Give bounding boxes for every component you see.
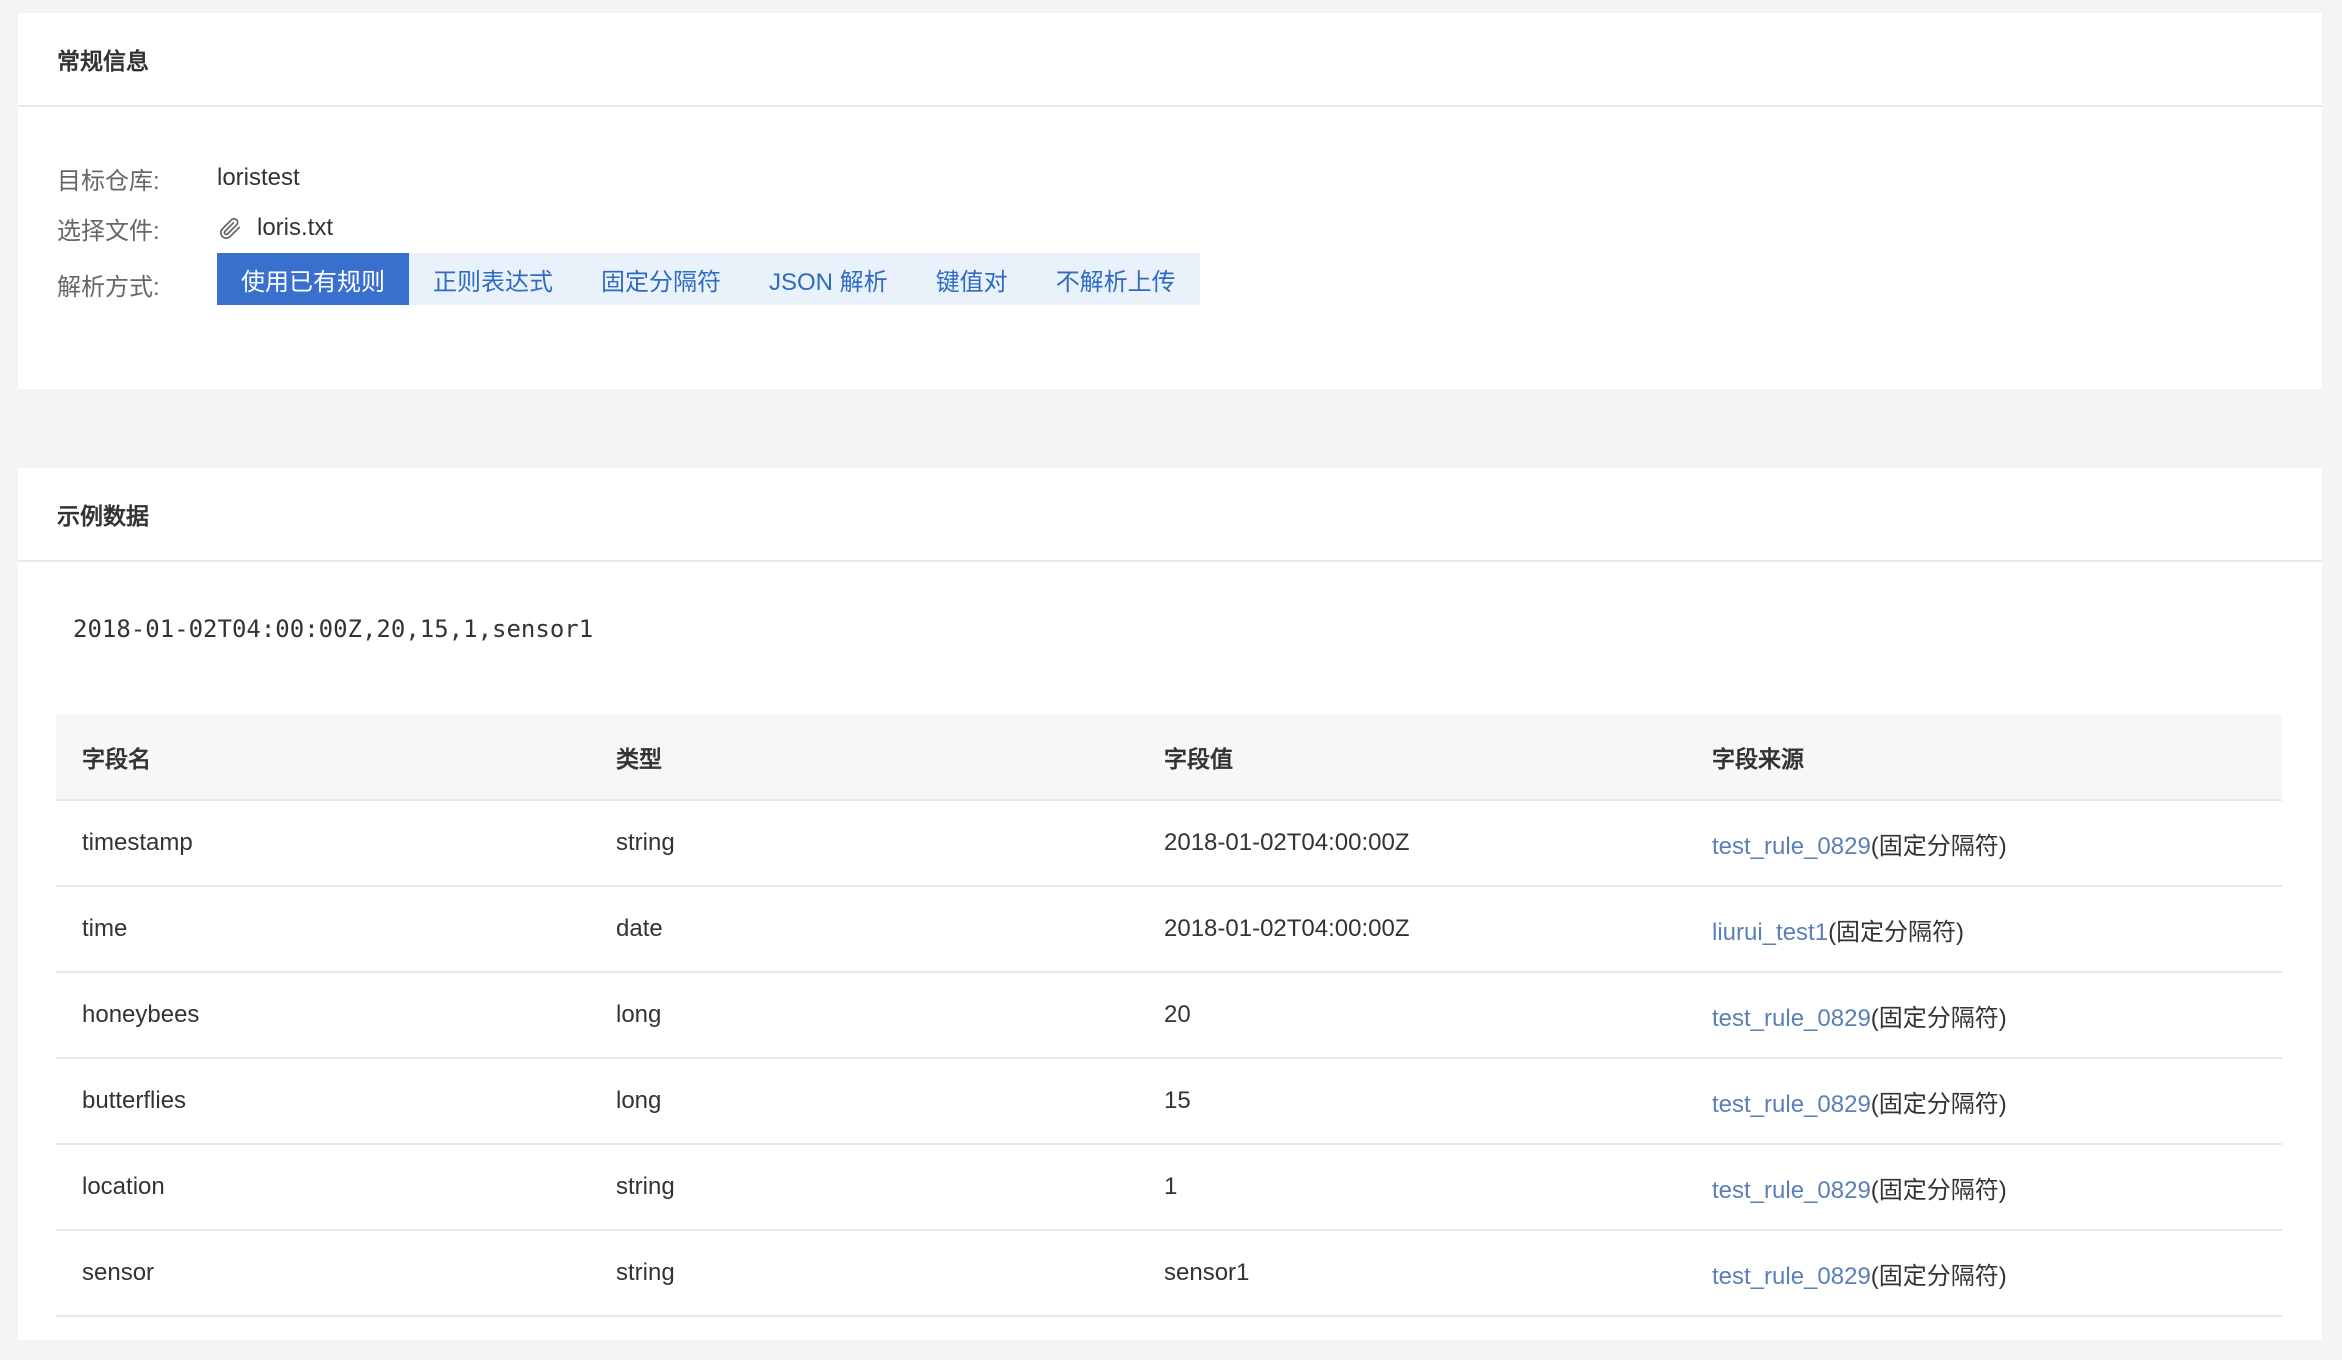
field-type-cell: string [616, 1173, 675, 1200]
table-row: time date 2018-01-02T04:00:00Z liurui_test1… [56, 887, 2282, 973]
field-source-cell: test_rule_0829(固定分隔符) [1706, 826, 2282, 861]
field-table-body: timestamp string 2018-01-02T04:00:00Z test_… [56, 801, 2282, 1317]
field-source-rule-link[interactable]: test_rule_0829 [1712, 833, 1871, 860]
field-type-cell: string [616, 1259, 675, 1286]
field-source-rule-link[interactable]: test_rule_0829 [1712, 1263, 1871, 1290]
table-row: sensor string sensor1 test_rule_0829(固定分隔符) [56, 1231, 2282, 1317]
field-name-cell: sensor [82, 1259, 155, 1286]
target-repo-label: 目标仓库: [57, 167, 160, 195]
field-source-type: (固定分隔符) [1870, 832, 2007, 860]
field-type-cell: long [616, 1087, 662, 1114]
field-source-type: (固定分隔符) [1870, 1262, 2007, 1290]
target-repo-value: loristest [217, 164, 300, 191]
sample-raw-line: 2018-01-02T04:00:00Z,20,15,1,sensor1 [73, 615, 594, 643]
selected-file-name: loris.txt [257, 214, 334, 241]
column-header-field-value: 字段值 [1164, 746, 1233, 772]
field-value-cell: 1 [1164, 1173, 1178, 1200]
column-header-field-name: 字段名 [82, 746, 151, 772]
field-value-cell: 2018-01-02T04:00:00Z [1164, 829, 1410, 856]
parse-mode-row: 解析方式: 使用已有规则 正则表达式 固定分隔符 JSON 解析 键值对 不解析上传 [57, 249, 1200, 309]
general-info-card: 常规信息 目标仓库: loristest 选择文件: loris.txt 解析方… [18, 13, 2322, 389]
sample-data-title: 示例数据 [57, 503, 149, 529]
field-name-cell: butterflies [82, 1087, 187, 1114]
parse-mode-label: 解析方式: [57, 274, 160, 301]
field-value-cell: 15 [1164, 1087, 1191, 1114]
sample-data-card: 示例数据 2018-01-02T04:00:00Z,20,15,1,sensor… [18, 468, 2322, 1340]
field-value-cell: 20 [1164, 1001, 1191, 1028]
field-type-cell: date [616, 915, 663, 942]
field-source-cell: test_rule_0829(固定分隔符) [1706, 1084, 2282, 1119]
field-source-rule-link[interactable]: test_rule_0829 [1712, 1005, 1871, 1032]
parse-option-button[interactable]: 不解析上传 [1032, 253, 1200, 305]
field-source-cell: test_rule_0829(固定分隔符) [1706, 1256, 2282, 1291]
parse-option-button[interactable]: 键值对 [912, 253, 1032, 305]
field-type-cell: string [616, 829, 675, 856]
selected-file[interactable]: loris.txt [217, 214, 333, 242]
column-header-field-source: 字段来源 [1712, 746, 1804, 772]
parse-option-button[interactable]: 使用已有规则 [217, 253, 409, 305]
field-source-rule-link[interactable]: test_rule_0829 [1712, 1177, 1871, 1204]
field-source-rule-link[interactable]: test_rule_0829 [1712, 1091, 1871, 1118]
field-source-rule-link[interactable]: liurui_test1 [1712, 919, 1828, 946]
field-source-type: (固定分隔符) [1870, 1090, 2007, 1118]
general-info-title: 常规信息 [57, 48, 149, 74]
parse-option-button[interactable]: JSON 解析 [745, 253, 912, 305]
parse-mode-selector: 使用已有规则 正则表达式 固定分隔符 JSON 解析 键值对 不解析上传 [217, 253, 1200, 305]
field-source-type: (固定分隔符) [1870, 1176, 2007, 1204]
select-file-label: 选择文件: [57, 217, 160, 245]
column-header-type: 类型 [616, 746, 662, 772]
field-value-cell: sensor1 [1164, 1259, 1250, 1286]
field-value-cell: 2018-01-02T04:00:00Z [1164, 915, 1410, 942]
field-name-cell: honeybees [82, 1001, 200, 1028]
general-info-header: 常规信息 [18, 13, 2322, 107]
parse-option-button[interactable]: 正则表达式 [409, 253, 577, 305]
field-table: 字段名 类型 字段值 字段来源 timestamp string 2018-01-0… [56, 715, 2282, 1317]
table-row: butterflies long 15 test_rule_0829(固定分隔符) [56, 1059, 2282, 1145]
field-name-cell: time [82, 915, 128, 942]
table-row: honeybees long 20 test_rule_0829(固定分隔符) [56, 973, 2282, 1059]
sample-data-header: 示例数据 [18, 468, 2322, 562]
parse-option-button[interactable]: 固定分隔符 [577, 253, 745, 305]
field-source-cell: liurui_test1(固定分隔符) [1706, 912, 2282, 947]
field-name-cell: location [82, 1173, 165, 1200]
field-source-type: (固定分隔符) [1870, 1004, 2007, 1032]
field-name-cell: timestamp [82, 829, 193, 856]
field-source-cell: test_rule_0829(固定分隔符) [1706, 998, 2282, 1033]
field-type-cell: long [616, 1001, 662, 1028]
field-source-cell: test_rule_0829(固定分隔符) [1706, 1170, 2282, 1205]
paperclip-icon [217, 215, 243, 241]
table-row: location string 1 test_rule_0829(固定分隔符) [56, 1145, 2282, 1231]
table-row: timestamp string 2018-01-02T04:00:00Z test_… [56, 801, 2282, 887]
field-table-header: 字段名 类型 字段值 字段来源 [56, 715, 2282, 801]
field-source-type: (固定分隔符) [1828, 918, 1965, 946]
